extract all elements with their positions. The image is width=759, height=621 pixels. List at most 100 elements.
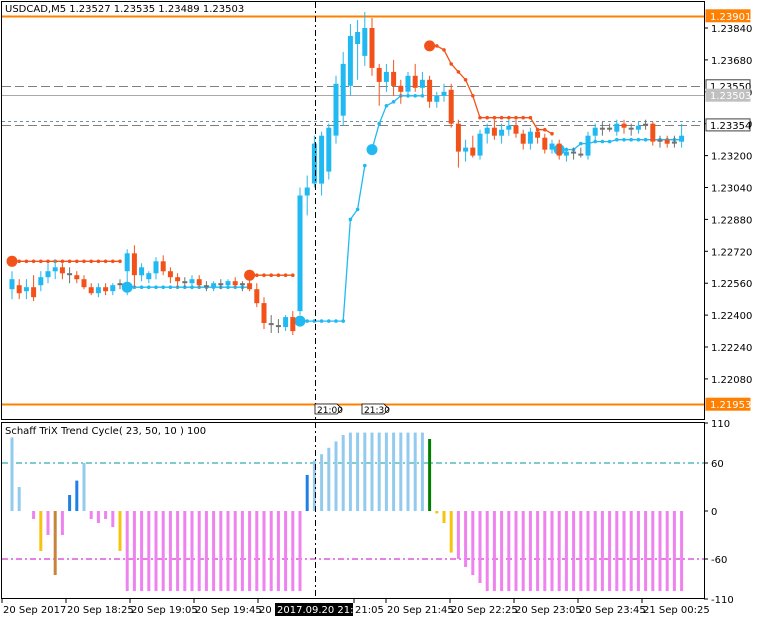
stop-dot: [89, 259, 93, 264]
stop-dot: [46, 259, 50, 264]
histogram-bar: [543, 511, 547, 591]
histogram-bar: [665, 511, 669, 591]
stop-dot: [161, 285, 165, 290]
candle: [585, 131, 591, 160]
candle-body: [535, 131, 541, 138]
candle-body: [369, 28, 375, 68]
histogram-bar: [500, 511, 504, 591]
candle-body: [175, 277, 181, 282]
price-tick-label: 1.22400: [711, 311, 752, 322]
time-marker-label: 21:00: [317, 406, 343, 416]
candle-body: [275, 325, 281, 328]
histogram-bar: [536, 511, 540, 591]
histogram-bar: [53, 511, 57, 575]
histogram-bar: [305, 475, 309, 511]
candle-body: [110, 285, 116, 292]
histogram-bar: [82, 463, 86, 511]
histogram-bar: [485, 511, 489, 591]
candle-body: [189, 279, 195, 284]
candle-body: [52, 267, 58, 272]
candle-body: [383, 71, 389, 82]
histogram-bar: [320, 454, 324, 511]
time-cursor-label: 2017.09.20 21:00: [277, 605, 366, 616]
candle-body: [643, 123, 649, 126]
candle-body: [578, 153, 584, 156]
price-tick-label: 1.22240: [711, 343, 752, 354]
candle-body: [232, 281, 238, 286]
histogram-bar: [406, 432, 410, 511]
histogram-bar: [60, 511, 64, 535]
price-tag-label: 1.23354: [710, 121, 751, 132]
candle-body: [9, 279, 15, 290]
stop-dot: [348, 217, 353, 222]
stop-dot: [456, 70, 461, 74]
stop-dot: [283, 273, 288, 278]
indicator-tick-label: 110: [711, 419, 730, 430]
candle-body: [607, 127, 613, 130]
candle-body: [470, 147, 476, 156]
histogram-bar: [644, 511, 648, 591]
histogram-bar: [651, 511, 655, 591]
candle-body: [196, 279, 202, 286]
candle: [326, 123, 332, 180]
stop-dot: [154, 285, 158, 290]
histogram-bar: [658, 511, 662, 591]
histogram-bar: [96, 511, 100, 523]
histogram-bar: [17, 487, 21, 511]
histogram-bar: [176, 511, 180, 591]
candle-body: [23, 287, 29, 292]
stop-dot: [449, 62, 454, 66]
candle-body: [211, 283, 217, 288]
histogram-bar: [384, 432, 388, 511]
histogram-bar: [377, 432, 381, 511]
candle-body: [239, 283, 245, 286]
stop-dot: [269, 273, 274, 278]
candle-body: [621, 123, 627, 128]
histogram-bar: [341, 435, 345, 511]
histogram-bar: [572, 511, 576, 591]
histogram-bar: [550, 511, 554, 591]
histogram-bar: [636, 511, 640, 591]
candle-body: [146, 273, 152, 280]
candle-body: [297, 195, 303, 312]
candle-body: [182, 281, 188, 284]
histogram-bar: [68, 495, 72, 511]
candle-body: [441, 91, 447, 96]
candle-body: [549, 143, 555, 150]
indicator-header: Schaff TriX Trend Cycle( 23, 50, 10 ) 10…: [5, 426, 206, 437]
histogram-bar: [348, 432, 352, 511]
histogram-bar: [190, 511, 194, 591]
price-tick-label: 1.23040: [711, 184, 752, 195]
histogram-bar: [514, 511, 518, 591]
time-tick-label: 20 Sep 23:45: [579, 605, 646, 616]
stop-dot: [377, 121, 382, 126]
candle-body: [664, 139, 670, 144]
histogram-bar: [111, 511, 115, 527]
histogram-bar: [327, 447, 331, 511]
histogram-bar: [226, 511, 230, 591]
histogram-bar: [464, 511, 468, 567]
stop-dot: [622, 137, 626, 142]
histogram-bar: [672, 511, 676, 591]
candle-body: [412, 75, 418, 88]
candle-body: [59, 267, 65, 274]
candle-body: [635, 125, 641, 130]
stop-dot: [600, 139, 605, 144]
histogram-bar: [370, 432, 374, 511]
histogram-bar: [420, 432, 424, 511]
stop-dot: [478, 115, 482, 120]
candle-body: [74, 275, 80, 280]
stop-dot: [118, 259, 122, 264]
candle-body: [38, 277, 44, 286]
candle: [448, 83, 454, 128]
stop-dot: [111, 259, 115, 264]
histogram-bar: [449, 511, 453, 553]
stop-dot: [67, 259, 72, 264]
price-tick-label: 1.22880: [711, 215, 752, 226]
stop-dot: [528, 115, 533, 120]
price-tag-label: 1.23901: [710, 12, 751, 23]
stop-dot: [391, 100, 396, 104]
histogram-bar: [255, 511, 259, 591]
price-tag: 1.23503: [705, 88, 751, 102]
histogram-bar: [219, 511, 223, 591]
